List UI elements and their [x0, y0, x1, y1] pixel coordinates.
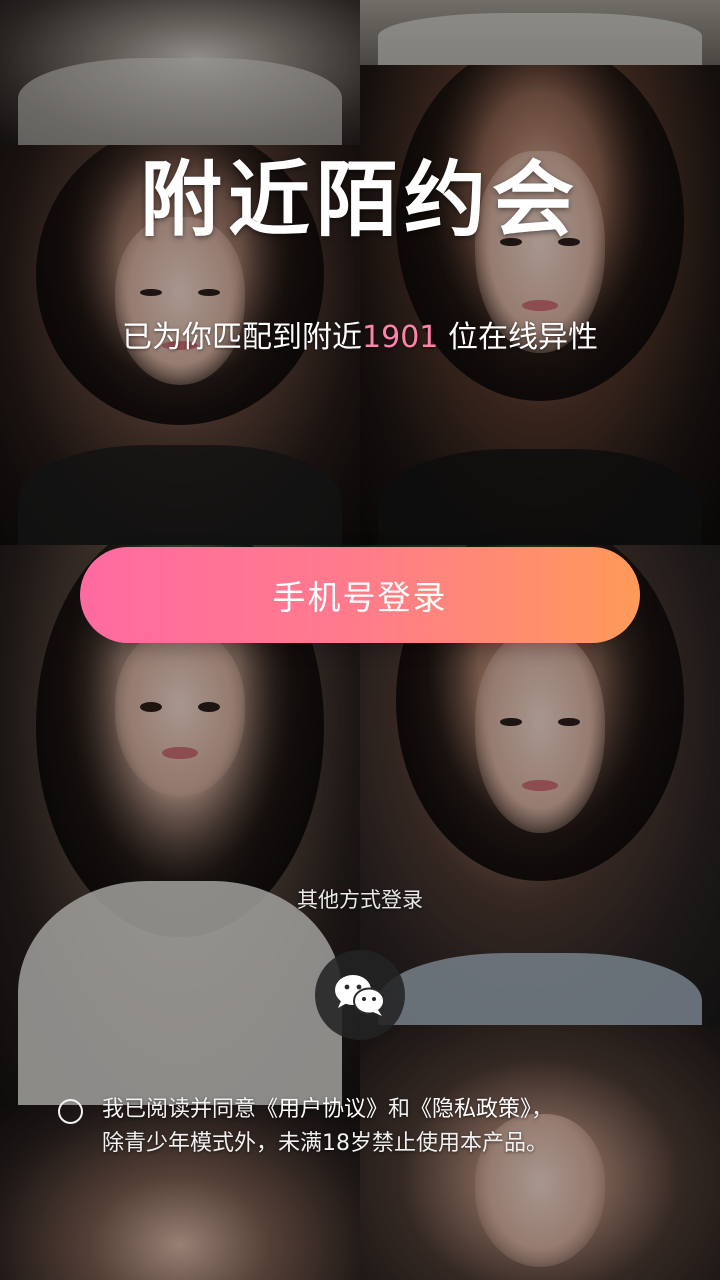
subtitle-suffix: 位在线异性: [438, 320, 598, 355]
other-login-methods-label: 其他方式登录: [297, 888, 423, 912]
page-title: 附近陌约会: [139, 153, 580, 248]
agreement-text: 我已阅读并同意《用户协议》和《隐私政策》， 除青少年模式外，未满18岁禁止使用本…: [102, 1093, 553, 1161]
agreement-radio[interactable]: [58, 1099, 83, 1124]
agreement-text-end: ，: [531, 1097, 554, 1122]
age-restriction-notice: 除青少年模式外，未满18岁禁止使用本产品。: [102, 1131, 548, 1156]
match-subtitle: 已为你匹配到附近1901 位在线异性: [0, 320, 720, 356]
wechat-icon: [335, 975, 385, 1016]
phone-login-button[interactable]: 手机号登录: [80, 547, 640, 643]
privacy-policy-link[interactable]: 《隐私政策》: [410, 1097, 531, 1122]
user-agreement-link[interactable]: 《用户协议》: [256, 1097, 388, 1122]
agreement-and: 和: [388, 1097, 411, 1122]
agreement-text-start: 我已阅读并同意: [102, 1097, 257, 1122]
wechat-login-button[interactable]: [315, 950, 405, 1040]
agreement-row: 我已阅读并同意《用户协议》和《隐私政策》， 除青少年模式外，未满18岁禁止使用本…: [58, 1093, 678, 1161]
subtitle-prefix: 已为你匹配到附近: [122, 320, 363, 355]
phone-login-label: 手机号登录: [272, 578, 448, 617]
match-count: 1901: [362, 320, 439, 355]
